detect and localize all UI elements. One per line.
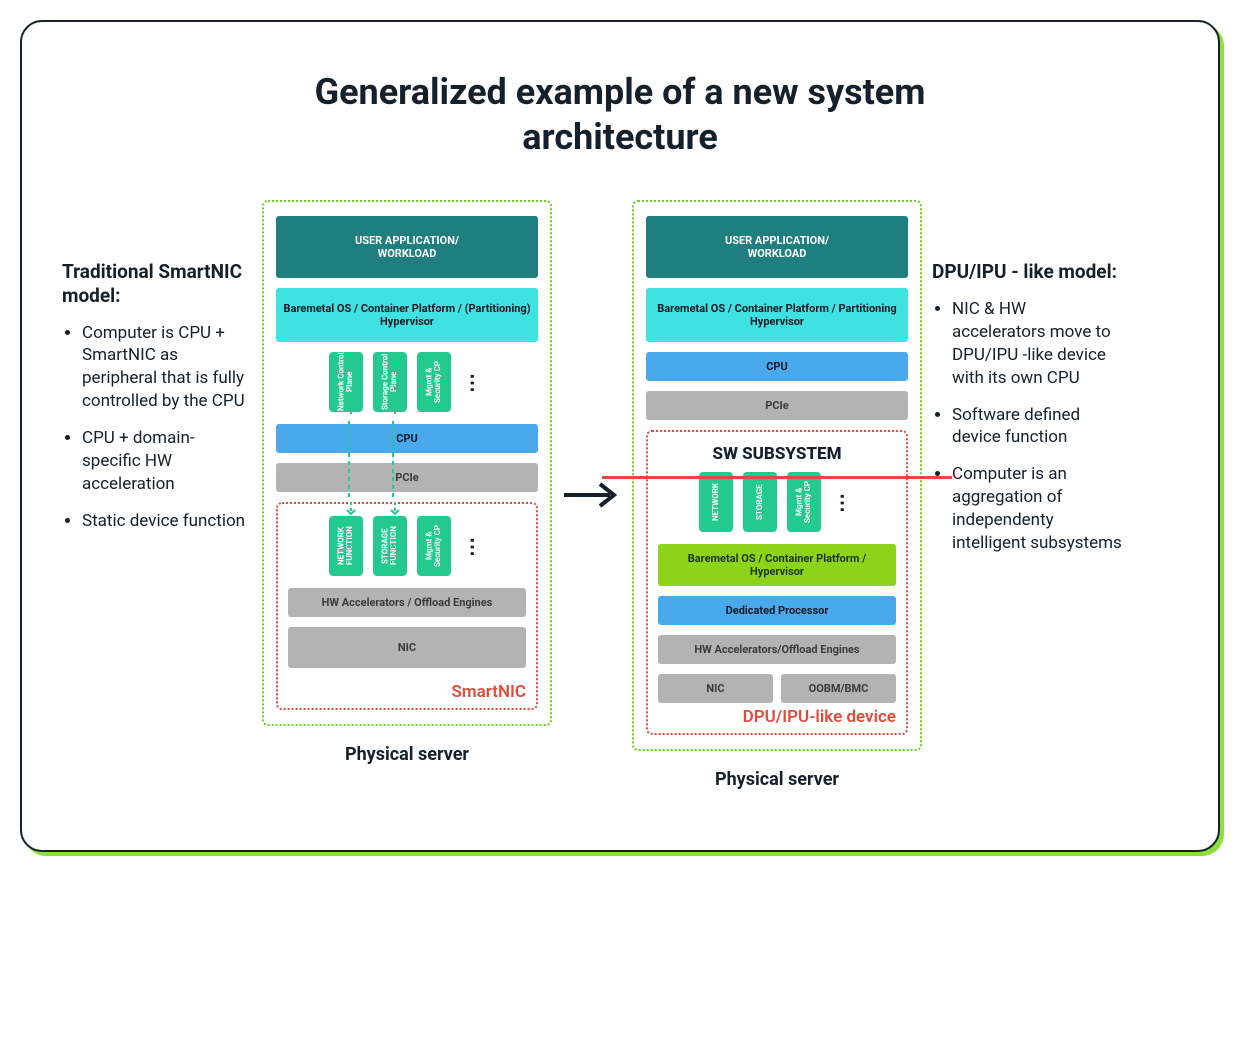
user-app-block: USER APPLICATION/WORKLOAD xyxy=(646,216,908,278)
right-bullet: Software defined device function xyxy=(952,404,1122,450)
smartnic-label: SmartNIC xyxy=(451,682,526,702)
fn-pill: Mgmt & Security CP xyxy=(417,516,451,576)
pcie-block: PCIe xyxy=(276,463,538,492)
ellipsis-icon: ⋯ xyxy=(461,373,485,391)
dpu-label: DPU/IPU-like device xyxy=(743,707,896,727)
bmc-block: OOBM/BMC xyxy=(781,674,896,703)
left-bullet-list: Computer is CPU + SmartNIC as peripheral… xyxy=(62,322,252,534)
left-bullet: Computer is CPU + SmartNIC as peripheral… xyxy=(82,322,252,414)
diagram-layout: Traditional SmartNIC model: Computer is … xyxy=(62,200,1178,790)
cpu-block: CPU xyxy=(276,424,538,453)
right-bullet-list: NIC & HW accelerators move to DPU/IPU -l… xyxy=(932,298,1122,555)
separation-line xyxy=(602,476,952,479)
right-bullet: NIC & HW accelerators move to DPU/IPU -l… xyxy=(952,298,1122,390)
ellipsis-icon: ⋯ xyxy=(461,537,485,555)
dpu-pill: NETWORK xyxy=(699,472,733,532)
right-text-column: DPU/IPU - like model: NIC & HW accelerat… xyxy=(932,200,1122,569)
right-heading: DPU/IPU - like model: xyxy=(932,260,1122,284)
cp-pill: Network Control Plane xyxy=(329,352,363,412)
right-bullet: Computer is an aggregation of independen… xyxy=(952,463,1122,555)
control-plane-row: Network Control Plane Storage Control Pl… xyxy=(276,352,538,412)
left-bullet: Static device function xyxy=(82,510,252,533)
diagram-frame: Generalized example of a new system arch… xyxy=(20,20,1220,852)
diagram-title: Generalized example of a new system arch… xyxy=(300,70,940,160)
nic-bmc-row: NIC OOBM/BMC xyxy=(658,674,896,703)
fn-pill: STORAGE FUNCTION xyxy=(373,516,407,576)
dpu-os-block: Baremetal OS / Container Platform / Hype… xyxy=(658,544,896,586)
left-heading: Traditional SmartNIC model: xyxy=(62,260,252,308)
left-server-box: USER APPLICATION/WORKLOAD Baremetal OS /… xyxy=(262,200,552,726)
dpu-accel-block: HW Accelerators/Offload Engines xyxy=(658,635,896,664)
transition-arrow xyxy=(562,200,622,510)
dpu-nic-block: NIC xyxy=(658,674,773,703)
cp-pill: Mgmt & Security CP xyxy=(417,352,451,412)
dpu-pill: STORAGE xyxy=(743,472,777,532)
os-block: Baremetal OS / Container Platform / Part… xyxy=(646,288,908,342)
smartnic-box: NETWORK FUNCTION STORAGE FUNCTION Mgmt &… xyxy=(276,502,538,710)
cpu-block: CPU xyxy=(646,352,908,381)
right-server-box: USER APPLICATION/WORKLOAD Baremetal OS /… xyxy=(632,200,922,751)
pcie-block: PCIe xyxy=(646,391,908,420)
fn-pill: NETWORK FUNCTION xyxy=(329,516,363,576)
left-server-column: USER APPLICATION/WORKLOAD Baremetal OS /… xyxy=(262,200,552,765)
function-row: NETWORK FUNCTION STORAGE FUNCTION Mgmt &… xyxy=(288,516,526,576)
dpu-pill: Mgmt & Security CP xyxy=(787,472,821,532)
ellipsis-icon: ⋯ xyxy=(831,493,855,511)
server-caption: Physical server xyxy=(632,769,922,790)
os-block: Baremetal OS / Container Platform / (Par… xyxy=(276,288,538,342)
left-text-column: Traditional SmartNIC model: Computer is … xyxy=(62,200,252,547)
sw-subsystem-title: SW SUBSYSTEM xyxy=(658,444,896,464)
cp-pill: Storage Control Plane xyxy=(373,352,407,412)
left-bullet: CPU + domain-specific HW acceleration xyxy=(82,427,252,496)
right-server-column: USER APPLICATION/WORKLOAD Baremetal OS /… xyxy=(632,200,922,790)
user-app-block: USER APPLICATION/WORKLOAD xyxy=(276,216,538,278)
accel-block: HW Accelerators / Offload Engines xyxy=(288,588,526,617)
arrow-right-icon xyxy=(562,480,622,510)
dedicated-proc-block: Dedicated Processor xyxy=(658,596,896,625)
server-caption: Physical server xyxy=(262,744,552,765)
dpu-pill-row: NETWORK STORAGE Mgmt & Security CP ⋯ xyxy=(658,472,896,532)
nic-block: NIC xyxy=(288,627,526,668)
